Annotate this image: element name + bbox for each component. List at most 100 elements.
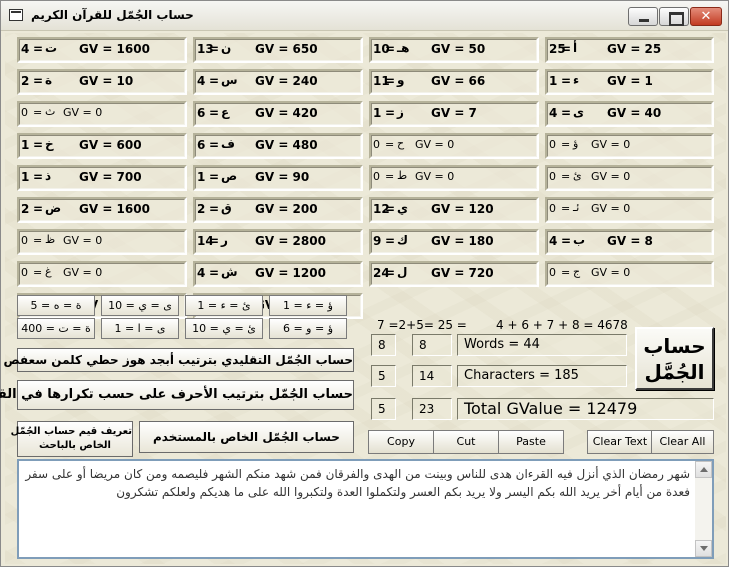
words-field-b[interactable]: 8 <box>412 334 452 356</box>
clear-all-button[interactable]: Clear All <box>651 430 714 454</box>
minimize-button[interactable] <box>628 7 658 26</box>
letter-char: ب <box>573 233 586 247</box>
letter-gvalue: GV = 10 <box>79 74 134 88</box>
letter-count: 0 <box>549 266 556 279</box>
letter-option-button[interactable]: ة = ه = 5 <box>17 295 95 316</box>
letter-char: ي <box>397 201 408 215</box>
window-title: حساب الجُمّل للقرآن الكريم <box>31 8 194 22</box>
close-icon: ✕ <box>700 9 712 24</box>
letter-option-button[interactable]: ة = ت = 400 <box>17 318 95 339</box>
letter-count: 4 <box>549 106 558 120</box>
equals-sign: = <box>385 266 396 280</box>
letter-box: 1 = ء GV = 1 <box>545 69 714 95</box>
letter-gvalue: GV = 0 <box>591 170 631 183</box>
letter-count: 4 <box>197 74 206 88</box>
total-field-a[interactable]: 5 <box>371 398 396 420</box>
letter-char: ح <box>397 137 405 150</box>
letter-gvalue: GV = 420 <box>255 106 318 120</box>
chars-field-a[interactable]: 5 <box>371 365 396 387</box>
letter-char: ز <box>397 105 404 119</box>
close-button[interactable]: ✕ <box>690 7 722 26</box>
letter-gvalue: GV = 1 <box>607 74 653 88</box>
scroll-down-arrow-icon[interactable] <box>695 540 712 557</box>
letter-box: 0 = ئـ GV = 0 <box>545 197 714 223</box>
letter-box: 1 = ز GV = 7 <box>369 101 539 127</box>
letter-box: 4 = ش GV = 1200 <box>193 261 363 287</box>
letter-box: 0 = ث GV = 0 <box>17 101 187 127</box>
maximize-button[interactable] <box>659 7 689 26</box>
letter-box: 2 = ة GV = 10 <box>17 69 187 95</box>
minimize-icon <box>629 8 657 25</box>
vertical-scrollbar[interactable] <box>695 461 712 557</box>
copy-button[interactable]: Copy <box>368 430 434 454</box>
letter-box: 0 = ؤ GV = 0 <box>545 133 714 159</box>
letter-option-button[interactable]: ى = ا = 1 <box>101 318 179 339</box>
letter-count: 0 <box>373 138 380 151</box>
chars-field-b[interactable]: 14 <box>412 365 452 387</box>
equals-sign: = <box>561 74 572 88</box>
words-count: Words = 44 <box>457 334 627 356</box>
letter-gvalue: GV = 120 <box>431 202 494 216</box>
letter-char: ظ <box>45 233 56 246</box>
letter-gvalue: GV = 90 <box>255 170 310 184</box>
letter-box: 9 = ك GV = 180 <box>369 229 539 255</box>
letter-gvalue: GV = 1200 <box>255 266 326 280</box>
letter-gvalue: GV = 720 <box>431 266 494 280</box>
letter-gvalue: GV = 0 <box>591 266 631 279</box>
frequency-calc-button[interactable]: حساب الجُمّل بترتيب الأحرف على حسب تكرار… <box>0 380 354 410</box>
verse-text[interactable]: شهر رمضان الذي أنزل فيه القرءان هدى للنا… <box>25 465 690 501</box>
user-defined-calc-button[interactable]: حساب الجُمّل الخاص بالمستخدم <box>139 421 354 453</box>
letter-box: 0 = غ GV = 0 <box>17 261 187 287</box>
letter-char: ف <box>221 137 235 151</box>
letter-box: 2 = ق GV = 200 <box>193 197 363 223</box>
equals-sign: = <box>385 106 396 120</box>
letter-count: 1 <box>21 170 30 184</box>
letter-count: 4 <box>549 234 558 248</box>
define-values-button[interactable]: تعريف قيم حساب الجُمّل الخاص بالباحث <box>11 421 133 457</box>
text-input-area[interactable]: شهر رمضان الذي أنزل فيه القرءان هدى للنا… <box>17 459 714 559</box>
letter-count: 1 <box>197 170 206 184</box>
letter-box: 0 = ئ GV = 0 <box>545 165 714 191</box>
letter-option-button[interactable]: ئ = ي = 10 <box>185 318 263 339</box>
equals-sign: = <box>385 138 395 151</box>
letter-gvalue: GV = 66 <box>431 74 486 88</box>
letter-gvalue: GV = 0 <box>591 138 631 151</box>
equals-sign: = <box>33 170 44 184</box>
letter-char: ئ <box>573 169 582 182</box>
words-field-a[interactable]: 8 <box>371 334 396 356</box>
letter-char: ق <box>221 201 232 215</box>
letter-option-button[interactable]: ى = ي = 10 <box>101 295 179 316</box>
title-bar[interactable]: حساب الجُمّل للقرآن الكريم ✕ <box>1 1 728 31</box>
equals-sign: = <box>209 234 220 248</box>
traditional-calc-button[interactable]: حساب الجُمّل التقليدي بترتيب أبجد هوز حط… <box>4 348 354 372</box>
clear-text-button[interactable]: Clear Text <box>587 430 653 454</box>
letter-char: هـ <box>397 41 410 55</box>
letter-box: 4 = ت GV = 1600 <box>17 37 187 63</box>
cut-button[interactable]: Cut <box>433 430 499 454</box>
letter-char: غ <box>45 265 52 278</box>
letter-char: ى <box>573 105 584 119</box>
letter-option-button[interactable]: ؤ = و = 6 <box>269 318 347 339</box>
total-field-b[interactable]: 23 <box>412 398 452 420</box>
app-icon[interactable] <box>9 9 23 21</box>
letter-box: 2 = ض GV = 1600 <box>17 197 187 223</box>
letter-gvalue: GV = 40 <box>607 106 662 120</box>
scroll-up-arrow-icon[interactable] <box>695 461 712 478</box>
letter-option-button[interactable]: ئ = ء = 1 <box>185 295 263 316</box>
letter-option-button[interactable]: ؤ = ء = 1 <box>269 295 347 316</box>
letter-gvalue: GV = 0 <box>415 170 455 183</box>
letter-box: 10 = هـ GV = 50 <box>369 37 539 63</box>
letter-count: 6 <box>197 106 206 120</box>
total-gvalue: Total GValue = 12479 <box>457 398 714 420</box>
letter-char: ت <box>45 41 58 55</box>
equals-sign: = <box>33 266 43 279</box>
paste-button[interactable]: Paste <box>498 430 564 454</box>
equals-sign: = <box>33 202 44 216</box>
letter-gvalue: GV = 700 <box>79 170 142 184</box>
letter-count: 2 <box>197 202 206 216</box>
calculate-button[interactable]: حساب الجُمَّل <box>635 327 714 390</box>
equals-sign: = <box>33 74 44 88</box>
equals-sign: = <box>385 234 396 248</box>
equals-sign: = <box>561 266 571 279</box>
letter-count: 0 <box>21 106 28 119</box>
